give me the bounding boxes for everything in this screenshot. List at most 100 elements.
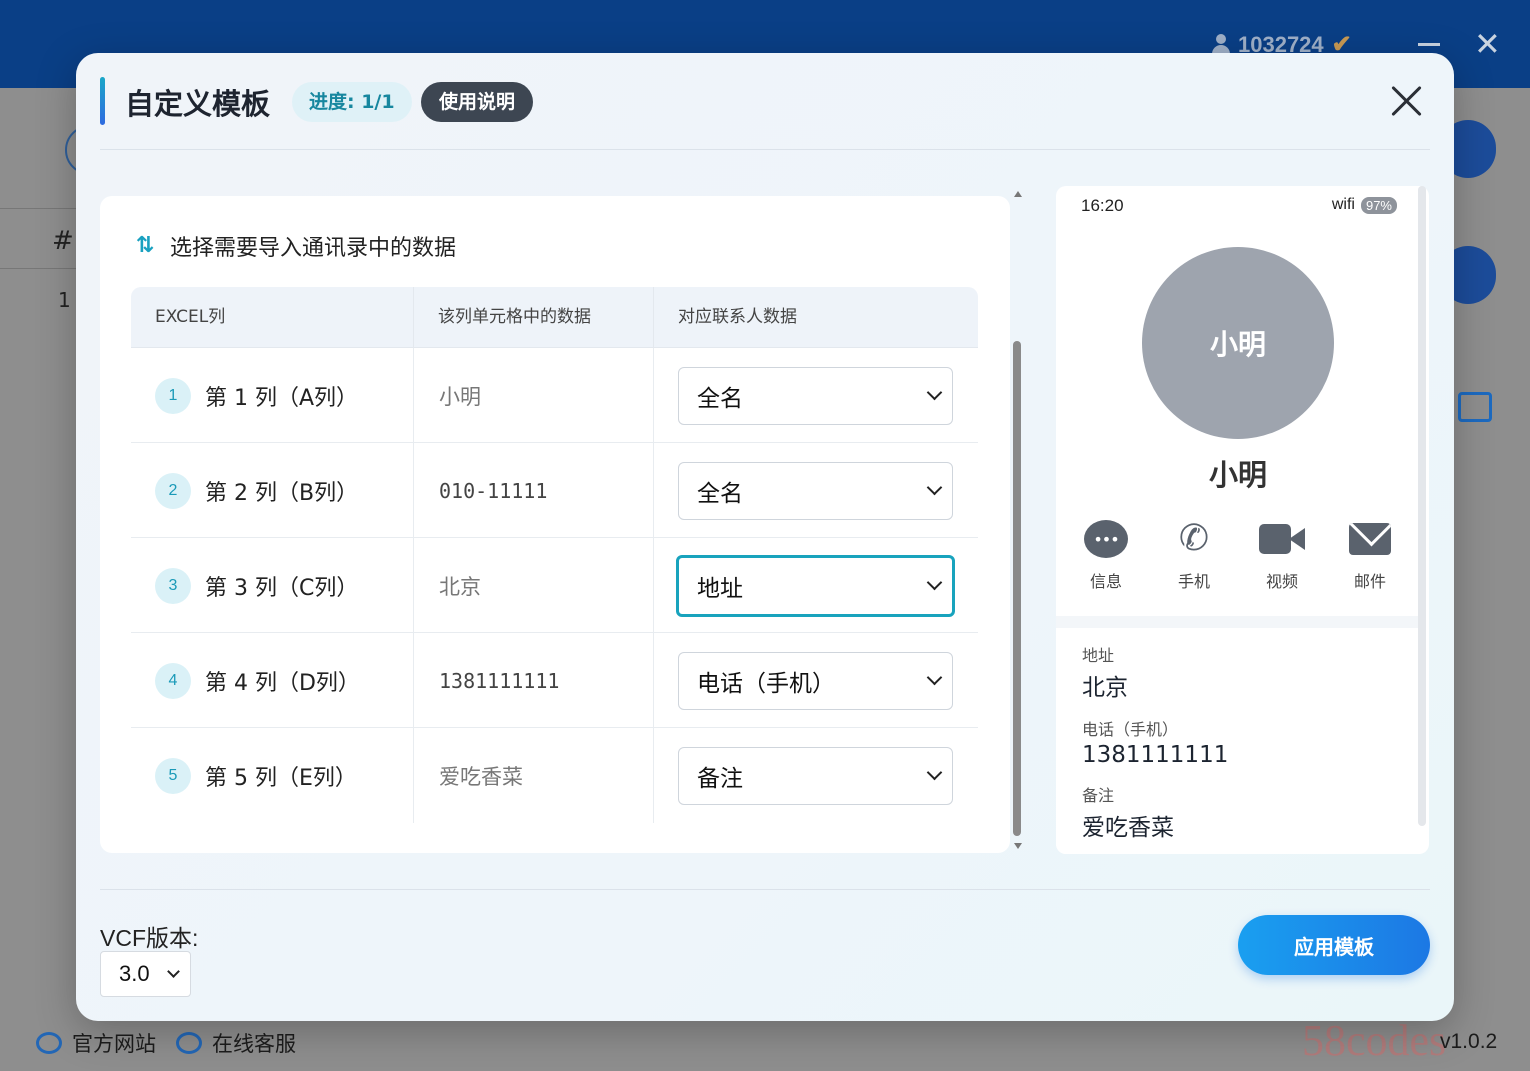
mapping-cell: 备注 bbox=[654, 728, 978, 823]
close-icon[interactable] bbox=[1388, 83, 1424, 119]
mapping-cell: 全名 bbox=[654, 348, 978, 443]
official-site-label: 官方网站 bbox=[72, 1032, 156, 1056]
table-row: 2 第 2 列（B列） 010-11111 全名 bbox=[131, 443, 978, 538]
mail-icon bbox=[1349, 523, 1391, 555]
online-support-label: 在线客服 bbox=[212, 1032, 296, 1056]
table-hash-header: # bbox=[52, 226, 74, 256]
app-version: v1.0.2 bbox=[1440, 1030, 1498, 1053]
cell-data: 北京 bbox=[414, 538, 654, 633]
row-number-badge: 2 bbox=[155, 472, 191, 509]
mapping-scrollbar[interactable] bbox=[1011, 191, 1025, 853]
preview-scrollbar[interactable] bbox=[1418, 186, 1426, 826]
detail-value: 北京 bbox=[1082, 675, 1128, 701]
select-value: 全名 bbox=[697, 480, 743, 507]
contact-field-select[interactable]: 全名 bbox=[678, 366, 953, 425]
cell-data: 爱吃香菜 bbox=[414, 728, 654, 823]
select-value: 电话（手机） bbox=[697, 670, 835, 697]
column-cell: 2 第 2 列（B列） bbox=[131, 443, 414, 538]
column-name: 第 3 列（C列） bbox=[205, 575, 359, 601]
window-close-button[interactable]: ✕ bbox=[1474, 28, 1501, 60]
scroll-up-icon[interactable] bbox=[1014, 191, 1022, 197]
chevron-down-icon bbox=[926, 669, 943, 686]
column-cell: 4 第 4 列（D列） bbox=[131, 633, 414, 728]
phone-icon: ✆ bbox=[1178, 518, 1210, 559]
contact-field-select[interactable]: 地址 bbox=[676, 554, 955, 617]
contact-field-select[interactable]: 全名 bbox=[678, 461, 953, 520]
official-site-link[interactable]: 官方网站 bbox=[36, 1028, 156, 1058]
table-row: 3 第 3 列（C列） 北京 地址 bbox=[131, 538, 978, 633]
avatar: 小明 bbox=[1142, 247, 1334, 439]
wifi-label: wifi bbox=[1331, 196, 1355, 213]
detail-label: 电话（手机） bbox=[1082, 720, 1179, 739]
watermark: 58codes bbox=[1302, 1016, 1447, 1065]
support-icon bbox=[176, 1032, 202, 1054]
table-row: 4 第 4 列（D列） 1381111111 电话（手机） bbox=[131, 633, 978, 728]
table-header: EXCEL列 该列单元格中的数据 对应联系人数据 bbox=[131, 287, 978, 348]
row-number: 1 bbox=[58, 288, 71, 312]
column-name: 第 5 列（E列） bbox=[205, 765, 357, 791]
action-video[interactable]: 视频 bbox=[1247, 516, 1317, 592]
status-indicators: wifi 97% bbox=[1332, 196, 1397, 214]
divider bbox=[0, 268, 76, 269]
cell-data: 小明 bbox=[414, 348, 654, 443]
cell-data: 1381111111 bbox=[414, 633, 654, 728]
vcf-version-select[interactable]: 3.0 bbox=[100, 951, 191, 997]
contact-field-select[interactable]: 电话（手机） bbox=[678, 651, 953, 710]
minimize-button[interactable] bbox=[1418, 43, 1440, 46]
header-contact-field: 对应联系人数据 bbox=[678, 307, 797, 327]
usage-guide-button[interactable]: 使用说明 bbox=[421, 82, 534, 122]
detail-value: 1381111111 bbox=[1082, 742, 1229, 768]
detail-value: 爱吃香菜 bbox=[1082, 815, 1174, 841]
row-number-badge: 3 bbox=[155, 567, 191, 604]
video-icon bbox=[1259, 524, 1305, 554]
mapping-cell: 全名 bbox=[654, 443, 978, 538]
vcf-version-label: VCF版本: bbox=[100, 925, 199, 951]
table-row: 5 第 5 列（E列） 爱吃香菜 备注 bbox=[131, 728, 978, 823]
contact-preview: 16:20 wifi 97% 小明 小明 ••• 信息 ✆ 手机 视频 邮件 地… bbox=[1056, 186, 1429, 854]
divider bbox=[0, 208, 76, 209]
divider bbox=[100, 149, 1430, 150]
sort-arrows-icon: ⇅ bbox=[135, 233, 155, 258]
select-value: 备注 bbox=[697, 765, 743, 792]
column-cell: 1 第 1 列（A列） bbox=[131, 348, 414, 443]
header-cell-data: 该列单元格中的数据 bbox=[414, 287, 654, 348]
apply-template-button[interactable]: 应用模板 bbox=[1238, 915, 1430, 975]
contact-actions: ••• 信息 ✆ 手机 视频 邮件 bbox=[1056, 516, 1420, 592]
select-value: 地址 bbox=[697, 575, 743, 602]
action-message[interactable]: ••• 信息 bbox=[1071, 516, 1141, 592]
detail-label: 备注 bbox=[1082, 786, 1115, 805]
action-label: 信息 bbox=[1089, 572, 1122, 591]
mapping-cell: 电话（手机） bbox=[654, 633, 978, 728]
row-number-badge: 4 bbox=[155, 662, 191, 699]
action-label: 邮件 bbox=[1353, 572, 1386, 591]
action-phone[interactable]: ✆ 手机 bbox=[1159, 516, 1229, 592]
section-title: 选择需要导入通讯录中的数据 bbox=[170, 236, 457, 261]
action-label: 视频 bbox=[1265, 572, 1298, 591]
header-excel-column: EXCEL列 bbox=[131, 287, 414, 348]
custom-template-dialog: 自定义模板 进度: 1/1 使用说明 ⇅ 选择需要导入通讯录中的数据 EXCEL… bbox=[76, 53, 1454, 1021]
chevron-down-icon bbox=[926, 764, 943, 781]
scrollbar-thumb[interactable] bbox=[1013, 341, 1021, 836]
title-accent-bar bbox=[100, 77, 105, 125]
cell-data: 010-11111 bbox=[414, 443, 654, 538]
dialog-title: 自定义模板 bbox=[125, 87, 271, 121]
column-cell: 5 第 5 列（E列） bbox=[131, 728, 414, 823]
progress-badge: 进度: 1/1 bbox=[292, 82, 412, 122]
action-mail[interactable]: 邮件 bbox=[1335, 516, 1405, 592]
mapping-table: EXCEL列 该列单元格中的数据 对应联系人数据 1 第 1 列（A列） 小明 … bbox=[131, 287, 978, 823]
chevron-down-icon bbox=[926, 479, 943, 496]
import-icon[interactable] bbox=[1458, 392, 1492, 422]
contact-field-select[interactable]: 备注 bbox=[678, 746, 953, 805]
divider bbox=[100, 889, 1430, 890]
mapping-cell: 地址 bbox=[654, 538, 978, 633]
scroll-down-icon[interactable] bbox=[1014, 843, 1022, 849]
online-support-link[interactable]: 在线客服 bbox=[176, 1028, 296, 1058]
select-value: 全名 bbox=[697, 385, 743, 412]
chevron-down-icon bbox=[926, 574, 943, 591]
action-label: 手机 bbox=[1177, 572, 1210, 591]
section-heading: ⇅ 选择需要导入通讯录中的数据 bbox=[132, 230, 456, 262]
contact-name: 小明 bbox=[1208, 458, 1267, 492]
chevron-down-icon bbox=[926, 384, 943, 401]
column-name: 第 1 列（A列） bbox=[205, 385, 359, 411]
row-number-badge: 5 bbox=[155, 757, 191, 794]
